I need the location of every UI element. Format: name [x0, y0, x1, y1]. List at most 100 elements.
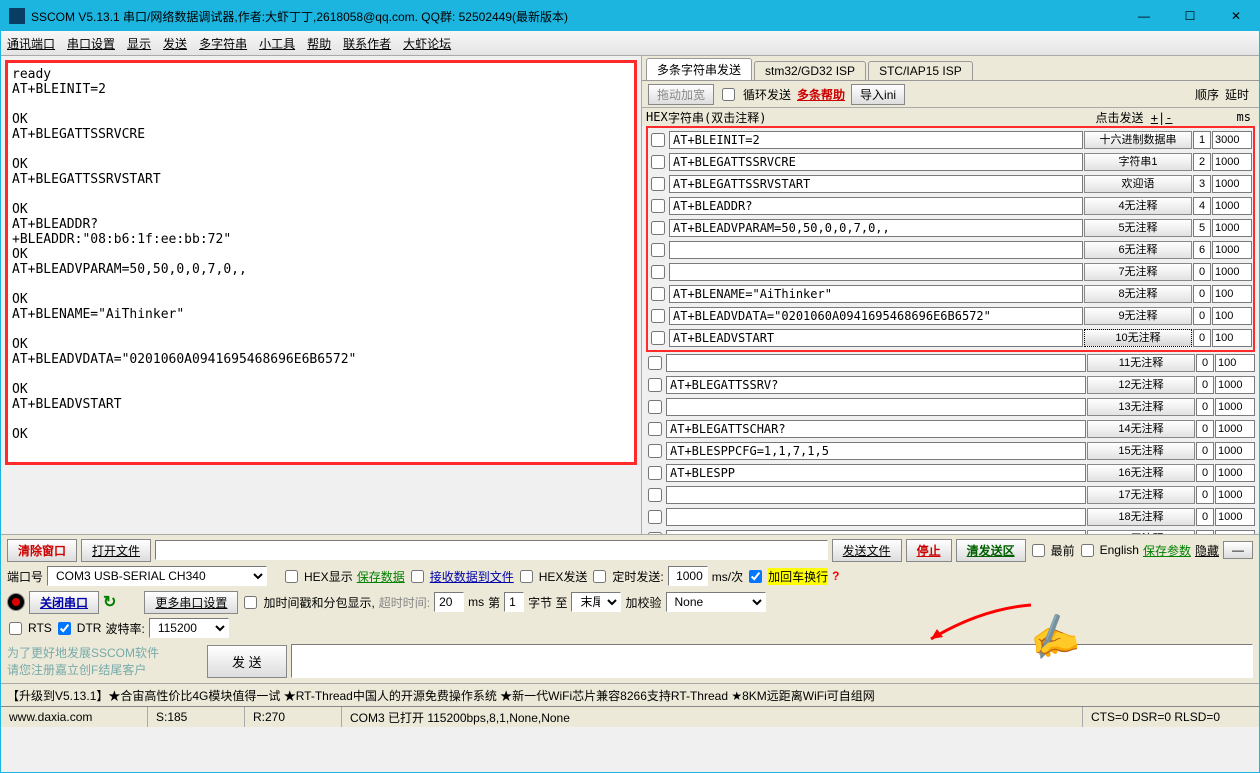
row-hex-checkbox[interactable]	[648, 400, 662, 414]
row-order-input[interactable]	[1196, 376, 1214, 394]
row-command-input[interactable]	[669, 285, 1083, 303]
row-order-input[interactable]	[1193, 307, 1211, 325]
row-hex-checkbox[interactable]	[648, 444, 662, 458]
nth-byte-input[interactable]	[504, 592, 524, 612]
menu-大虾论坛[interactable]: 大虾论坛	[403, 35, 451, 52]
row-command-input[interactable]	[666, 376, 1086, 394]
row-send-button[interactable]: 10无注释	[1084, 329, 1192, 347]
row-command-input[interactable]	[669, 175, 1083, 193]
row-order-input[interactable]	[1196, 354, 1214, 372]
row-order-input[interactable]	[1193, 219, 1211, 237]
row-order-input[interactable]	[1193, 153, 1211, 171]
row-order-input[interactable]	[1196, 398, 1214, 416]
row-order-input[interactable]	[1193, 241, 1211, 259]
collapse-button[interactable]: —	[1223, 541, 1253, 559]
row-send-button[interactable]: 7无注释	[1084, 263, 1192, 281]
row-command-input[interactable]	[666, 530, 1086, 534]
row-hex-checkbox[interactable]	[651, 221, 665, 235]
timed-send-value[interactable]	[668, 566, 708, 586]
dtr-checkbox[interactable]	[58, 622, 71, 635]
row-command-input[interactable]	[669, 197, 1083, 215]
row-order-input[interactable]	[1193, 197, 1211, 215]
row-hex-checkbox[interactable]	[648, 532, 662, 534]
close-button[interactable]: ✕	[1213, 1, 1259, 31]
reload-icon[interactable]: ↻	[103, 592, 116, 612]
tab-0[interactable]: 多条字符串发送	[646, 58, 752, 80]
row-command-input[interactable]	[669, 131, 1083, 149]
row-command-input[interactable]	[669, 307, 1083, 325]
clear-window-button[interactable]: 清除窗口	[7, 539, 77, 562]
row-delay-input[interactable]	[1212, 263, 1252, 281]
row-send-button[interactable]: 欢迎语	[1084, 175, 1192, 193]
more-serial-button[interactable]: 更多串口设置	[144, 591, 238, 614]
row-send-button[interactable]: 18无注释	[1087, 508, 1195, 526]
row-order-input[interactable]	[1196, 486, 1214, 504]
row-delay-input[interactable]	[1212, 153, 1252, 171]
recv-to-file-checkbox[interactable]	[411, 570, 424, 583]
save-params-link[interactable]: 保存参数	[1143, 542, 1191, 559]
row-delay-input[interactable]	[1215, 486, 1255, 504]
row-delay-input[interactable]	[1212, 175, 1252, 193]
row-hex-checkbox[interactable]	[651, 199, 665, 213]
remove-row-button[interactable]: -	[1165, 111, 1172, 125]
row-hex-checkbox[interactable]	[651, 243, 665, 257]
row-command-input[interactable]	[669, 263, 1083, 281]
timed-send-checkbox[interactable]	[593, 570, 606, 583]
row-hex-checkbox[interactable]	[648, 466, 662, 480]
rts-checkbox[interactable]	[9, 622, 22, 635]
row-send-button[interactable]: 13无注释	[1087, 398, 1195, 416]
row-hex-checkbox[interactable]	[651, 133, 665, 147]
row-hex-checkbox[interactable]	[651, 287, 665, 301]
open-file-button[interactable]: 打开文件	[81, 539, 151, 562]
row-send-button[interactable]: 字符串1	[1084, 153, 1192, 171]
row-command-input[interactable]	[666, 420, 1086, 438]
minimize-button[interactable]: —	[1121, 1, 1167, 31]
row-send-button[interactable]: 9无注释	[1084, 307, 1192, 325]
row-command-input[interactable]	[666, 464, 1086, 482]
timeout-input[interactable]	[434, 592, 464, 612]
row-command-input[interactable]	[669, 153, 1083, 171]
row-order-input[interactable]	[1196, 530, 1214, 534]
menu-多字符串[interactable]: 多字符串	[199, 35, 247, 52]
row-command-input[interactable]	[666, 442, 1086, 460]
close-port-button[interactable]: 关闭串口	[29, 591, 99, 614]
stop-button[interactable]: 停止	[906, 539, 952, 562]
row-send-button[interactable]: 15无注释	[1087, 442, 1195, 460]
row-hex-checkbox[interactable]	[648, 356, 662, 370]
english-checkbox[interactable]	[1081, 544, 1094, 557]
file-path-input[interactable]	[155, 540, 828, 560]
clear-send-button[interactable]: 清发送区	[956, 539, 1026, 562]
row-send-button[interactable]: 8无注释	[1084, 285, 1192, 303]
row-delay-input[interactable]	[1215, 508, 1255, 526]
row-send-button[interactable]: 12无注释	[1087, 376, 1195, 394]
record-icon[interactable]	[7, 593, 25, 611]
row-delay-input[interactable]	[1212, 131, 1252, 149]
row-delay-input[interactable]	[1215, 376, 1255, 394]
hex-send-checkbox[interactable]	[520, 570, 533, 583]
drag-widen-button[interactable]: 拖动加宽	[648, 84, 714, 105]
menu-通讯端口[interactable]: 通讯端口	[7, 35, 55, 52]
save-data-link[interactable]: 保存数据	[357, 568, 405, 585]
add-row-button[interactable]: +	[1151, 111, 1158, 125]
row-send-button[interactable]: 14无注释	[1087, 420, 1195, 438]
row-delay-input[interactable]	[1215, 420, 1255, 438]
row-command-input[interactable]	[666, 354, 1086, 372]
terminal-output[interactable]: ready AT+BLEINIT=2 OK AT+BLEGATTSSRVCRE …	[5, 60, 637, 465]
row-hex-checkbox[interactable]	[648, 378, 662, 392]
menu-小工具[interactable]: 小工具	[259, 35, 295, 52]
row-hex-checkbox[interactable]	[648, 488, 662, 502]
row-command-input[interactable]	[669, 219, 1083, 237]
timestamp-checkbox[interactable]	[244, 596, 257, 609]
row-send-button[interactable]: 17无注释	[1087, 486, 1195, 504]
send-file-button[interactable]: 发送文件	[832, 539, 902, 562]
send-button[interactable]: 发 送	[207, 645, 287, 678]
menu-帮助[interactable]: 帮助	[307, 35, 331, 52]
maximize-button[interactable]: ☐	[1167, 1, 1213, 31]
row-delay-input[interactable]	[1212, 329, 1252, 347]
row-hex-checkbox[interactable]	[651, 309, 665, 323]
topmost-checkbox[interactable]	[1032, 544, 1045, 557]
row-delay-input[interactable]	[1215, 398, 1255, 416]
row-delay-input[interactable]	[1212, 241, 1252, 259]
row-order-input[interactable]	[1196, 464, 1214, 482]
row-send-button[interactable]: 5无注释	[1084, 219, 1192, 237]
